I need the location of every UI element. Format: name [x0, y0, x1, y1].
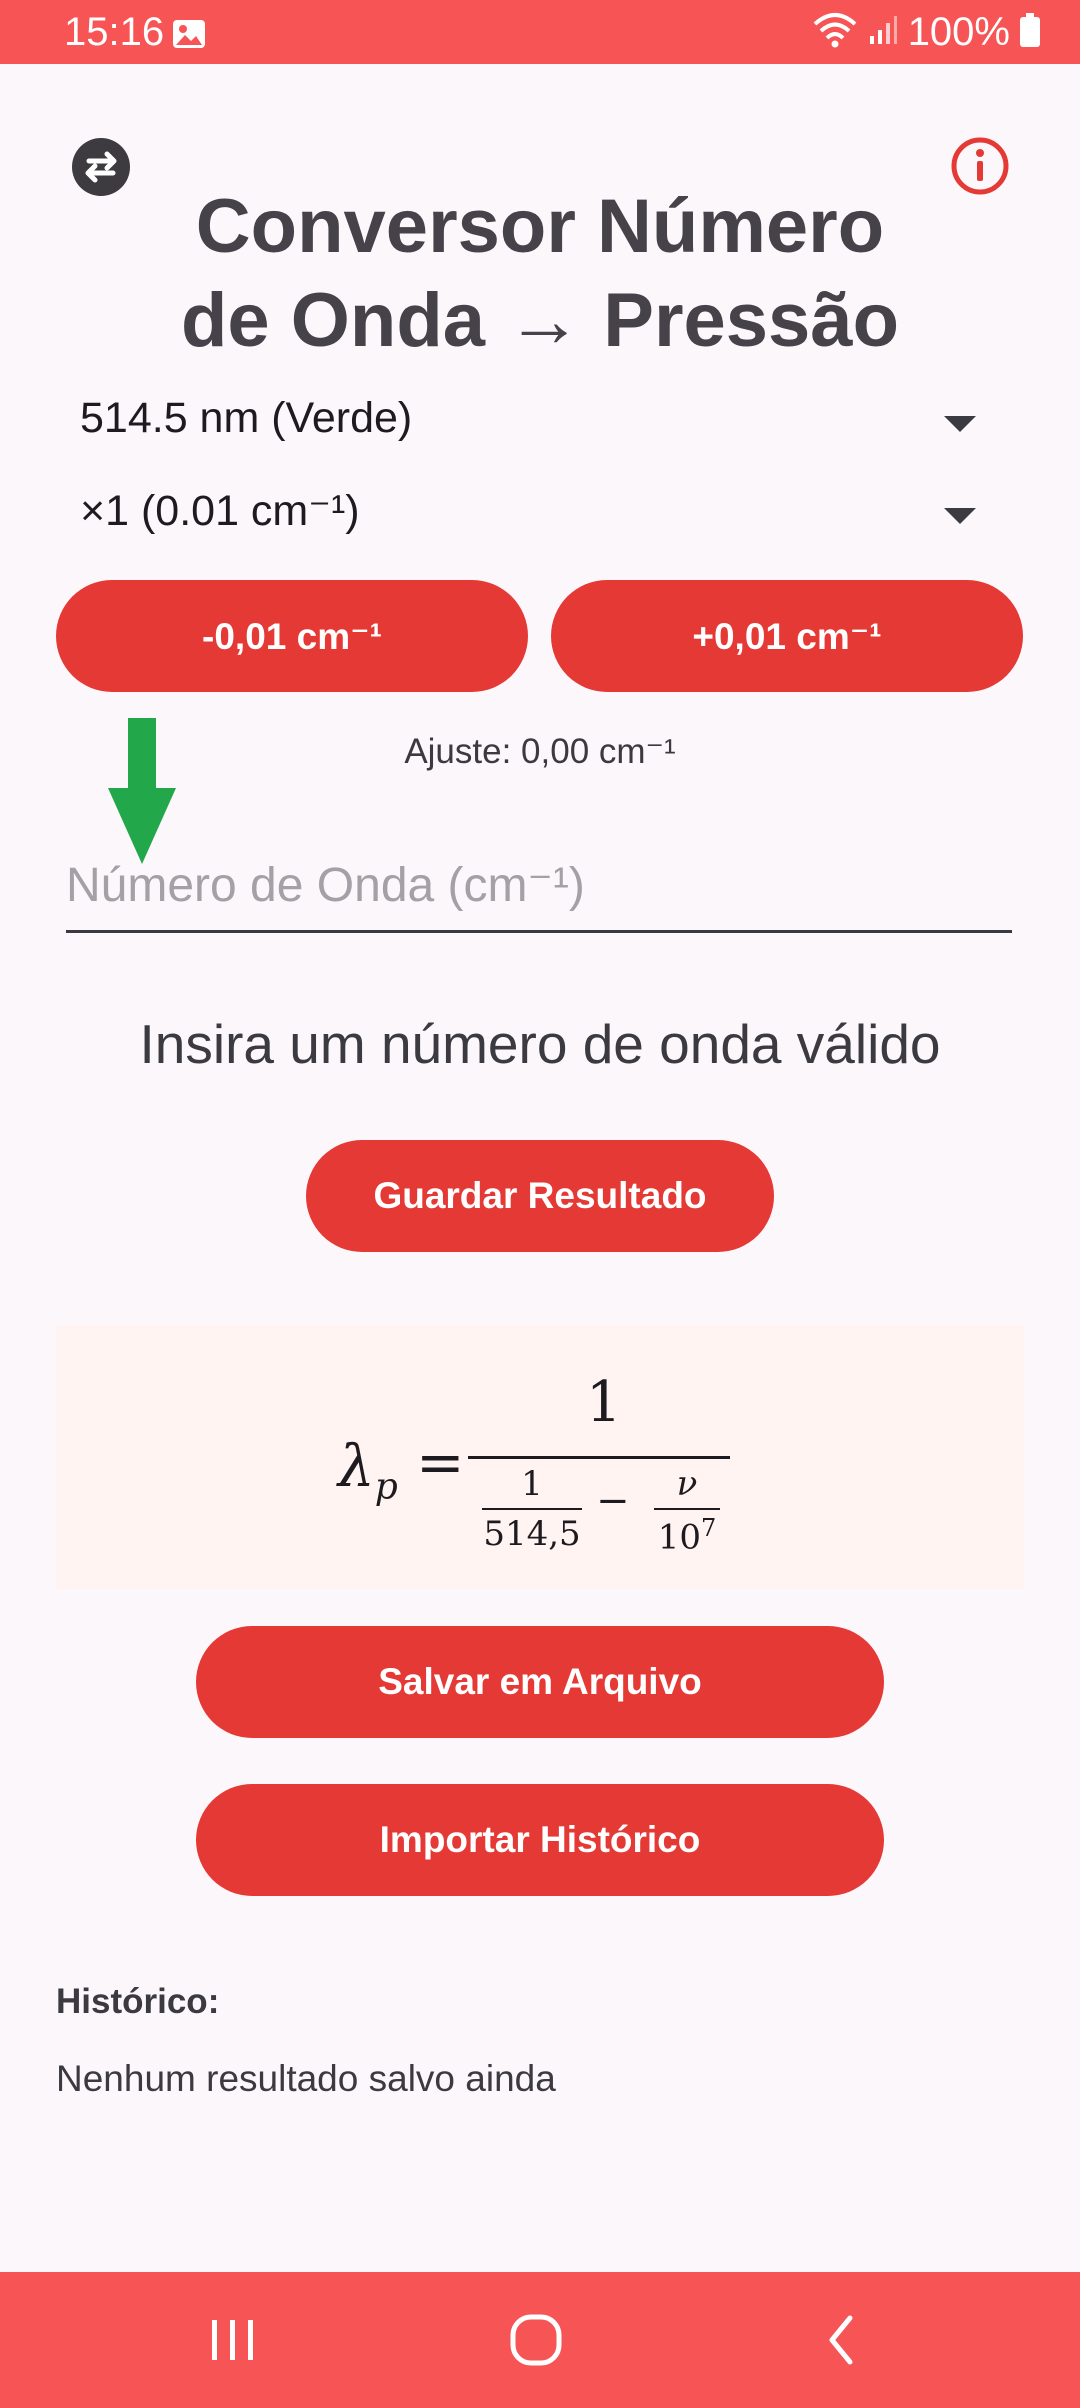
- recents-icon[interactable]: [208, 2312, 258, 2373]
- wifi-icon: [812, 12, 858, 53]
- decrement-button[interactable]: -0,01 cm⁻¹: [56, 580, 528, 692]
- laser-dropdown-value: 514.5 nm (Verde): [80, 394, 413, 442]
- increment-button[interactable]: +0,01 cm⁻¹: [551, 580, 1023, 692]
- history-empty-text: Nenhum resultado salvo ainda: [56, 2058, 556, 2099]
- title-line-1: Conversor Número: [195, 184, 885, 269]
- status-time: 15:16: [64, 10, 165, 54]
- decrement-label: -0,01 cm⁻¹: [202, 615, 382, 657]
- validation-message: Insira um número de onda válido: [139, 1013, 941, 1075]
- formula-main-bar: [468, 1456, 730, 1459]
- formula-fraction-1: 1 514,5: [482, 1464, 582, 1554]
- signal-icon: [868, 14, 898, 51]
- title-line-2: de Onda → Pressão: [180, 278, 900, 363]
- import-history-button[interactable]: Importar Histórico: [196, 1784, 884, 1896]
- laser-dropdown[interactable]: 514.5 nm (Verde): [80, 382, 990, 462]
- save-file-label: Salvar em Arquivo: [378, 1661, 702, 1702]
- chevron-down-icon: [944, 416, 976, 432]
- home-icon[interactable]: [508, 2312, 564, 2373]
- increment-label: +0,01 cm⁻¹: [692, 615, 882, 657]
- formula-equals: =: [416, 1428, 465, 1496]
- chevron-down-icon: [944, 508, 976, 524]
- wavenumber-field[interactable]: [66, 850, 1012, 933]
- save-file-button[interactable]: Salvar em Arquivo: [196, 1626, 884, 1738]
- formula-lhs: λp: [338, 1432, 398, 1508]
- formula-numerator: 1: [586, 1370, 622, 1435]
- gallery-icon: [172, 19, 206, 54]
- arrow-down-icon: [108, 718, 176, 869]
- import-history-label: Importar Histórico: [379, 1819, 701, 1860]
- battery-percent: 100%: [907, 10, 1010, 54]
- back-icon[interactable]: [822, 2312, 862, 2373]
- formula-fraction-2: ν 107: [654, 1464, 720, 1557]
- save-result-label: Guardar Resultado: [373, 1175, 707, 1216]
- battery-icon: [1020, 13, 1040, 52]
- navigation-bar: [0, 2272, 1080, 2408]
- history-title: Histórico:: [56, 1982, 220, 2021]
- wavenumber-input[interactable]: [66, 850, 1012, 920]
- page-title: Conversor Número de Onda → Pressão: [0, 180, 1080, 368]
- formula-minus: −: [596, 1478, 630, 1524]
- step-dropdown-value: ×1 (0.01 cm⁻¹): [80, 487, 360, 535]
- status-bar: 15:16 100%: [0, 0, 1080, 64]
- step-dropdown[interactable]: ×1 (0.01 cm⁻¹): [80, 474, 990, 554]
- save-result-button[interactable]: Guardar Resultado: [306, 1140, 774, 1252]
